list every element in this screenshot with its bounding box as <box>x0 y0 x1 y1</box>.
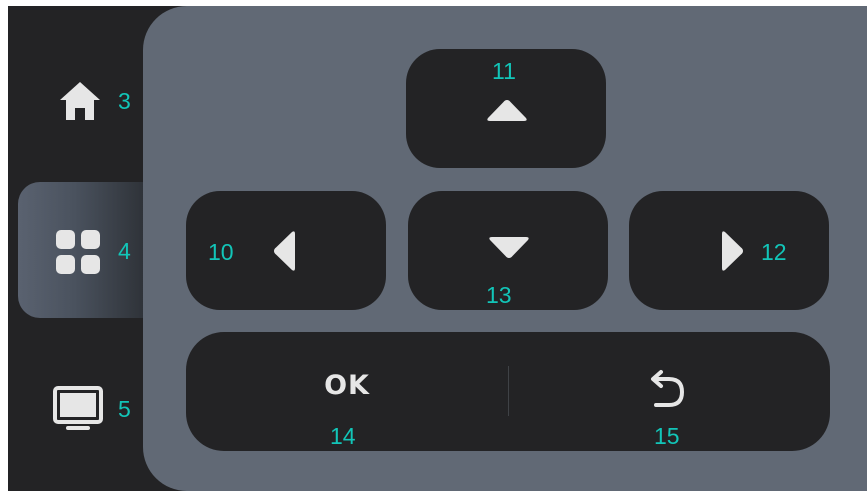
dpad-left-label: 10 <box>208 239 234 265</box>
ok-button-text: OK <box>324 370 370 401</box>
ok-back-bar: OK 14 15 <box>186 332 830 451</box>
dpad-down-button[interactable]: 13 <box>408 191 608 310</box>
dpad-left-button[interactable]: 10 <box>186 191 386 310</box>
dpad-up-label: 11 <box>492 58 516 84</box>
nav-tv-label: 5 <box>118 396 131 422</box>
back-button[interactable]: 15 <box>509 332 830 451</box>
triangle-down-icon <box>486 235 532 261</box>
nav-home-label: 3 <box>118 88 131 114</box>
nav-tv-button[interactable]: 5 <box>8 360 143 446</box>
triangle-right-icon <box>716 228 746 274</box>
dpad-down-label: 13 <box>486 282 512 308</box>
home-icon <box>58 80 102 122</box>
apps-grid-icon <box>56 230 100 274</box>
back-button-label: 15 <box>654 423 680 449</box>
dpad-up-button[interactable]: 11 <box>406 49 606 168</box>
nav-apps-button[interactable]: 4 <box>18 182 143 318</box>
tv-icon <box>53 386 103 432</box>
remote-control-screen: 3 4 5 11 10 13 12 OK 14 15 <box>8 6 867 491</box>
nav-apps-label: 4 <box>118 238 131 264</box>
dpad-right-label: 12 <box>761 239 787 265</box>
ok-button-label: 14 <box>330 423 356 449</box>
nav-home-button[interactable]: 3 <box>8 58 143 142</box>
ok-button[interactable]: OK 14 <box>186 332 508 451</box>
triangle-left-icon <box>271 228 301 274</box>
back-arrow-icon <box>647 368 687 410</box>
dpad-right-button[interactable]: 12 <box>629 191 829 310</box>
triangle-up-icon <box>484 97 530 123</box>
